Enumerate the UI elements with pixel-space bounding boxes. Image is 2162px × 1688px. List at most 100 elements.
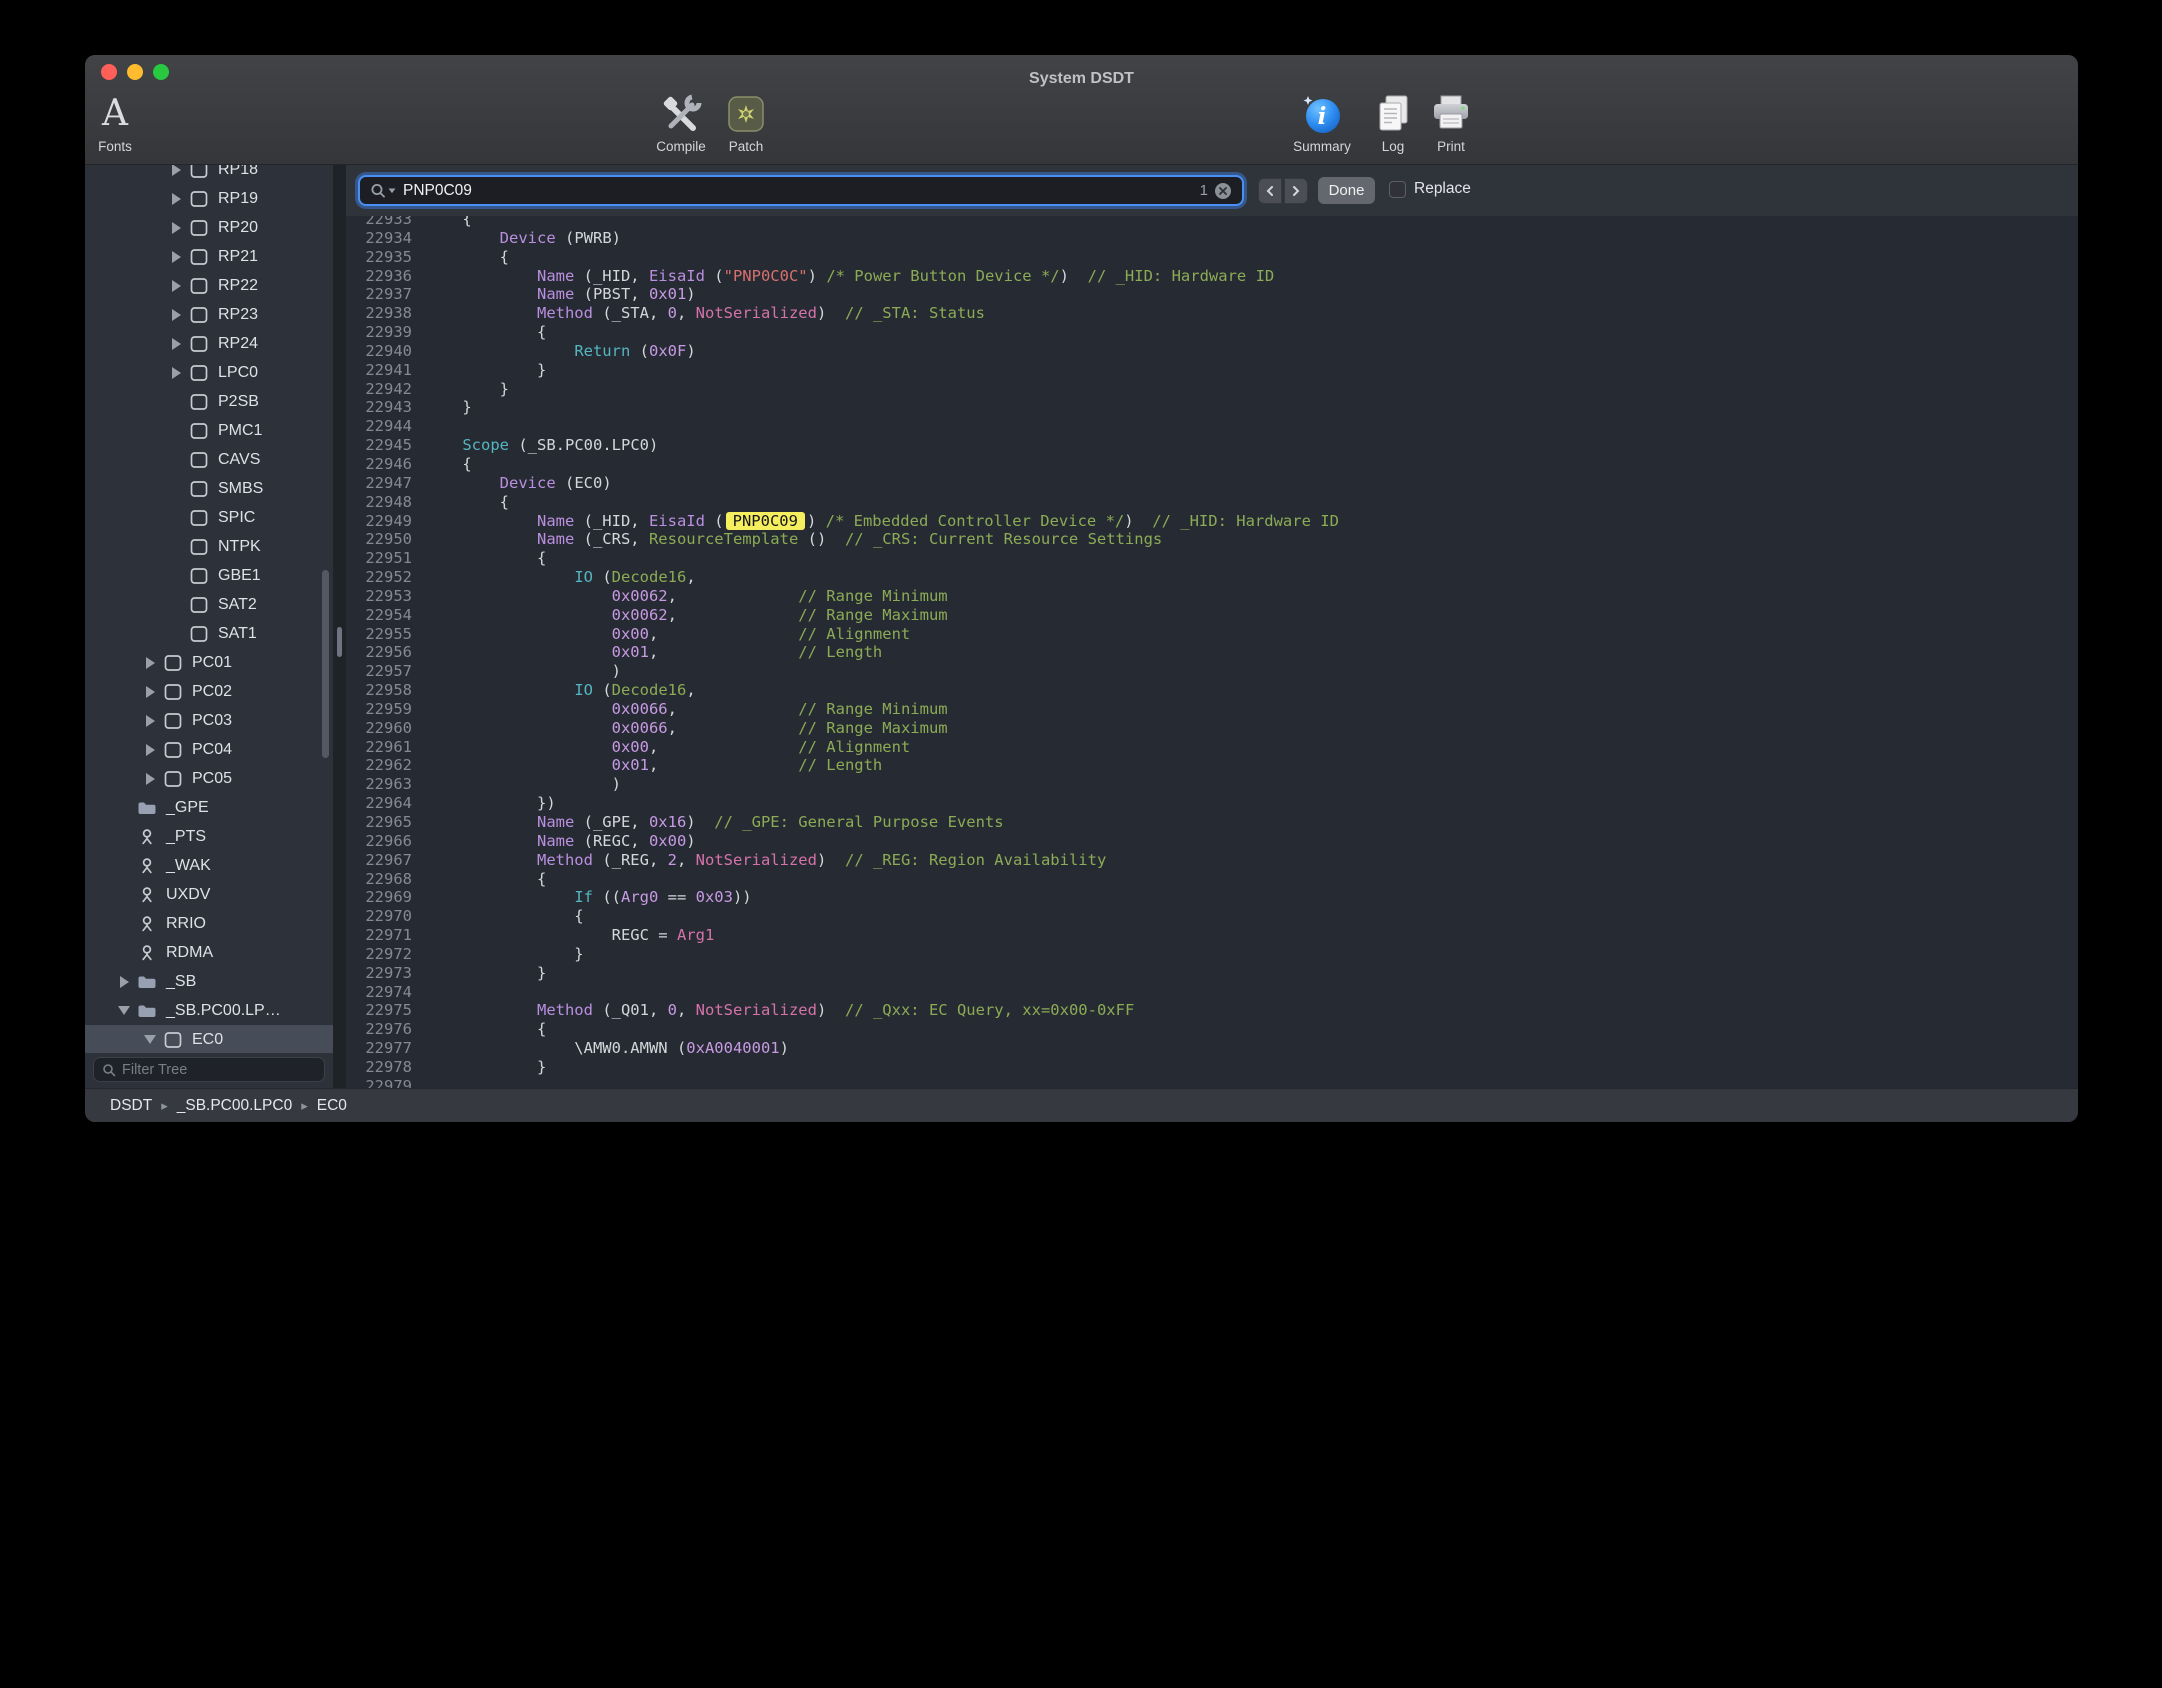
sidebar-item-PC03[interactable]: PC03	[85, 706, 333, 735]
filter-tree-input[interactable]	[122, 1062, 316, 1078]
clear-search-icon[interactable]	[1214, 182, 1232, 200]
sidebar-item-RP22[interactable]: RP22	[85, 271, 333, 300]
device-icon	[189, 306, 209, 324]
device-icon	[189, 625, 209, 643]
zoom-window-button[interactable]	[153, 64, 169, 80]
print-button[interactable]: Print	[1411, 91, 1491, 154]
device-icon	[163, 654, 183, 672]
disclosure-closed-icon[interactable]	[137, 657, 163, 669]
disclosure-closed-icon[interactable]	[163, 165, 189, 176]
sidebar-item-label: UXDV	[166, 886, 210, 904]
code-line: 22961 0x00, // Alignment	[350, 738, 2078, 757]
next-match-button[interactable]	[1284, 178, 1308, 204]
disclosure-closed-icon[interactable]	[163, 251, 189, 263]
search-icon[interactable]	[370, 182, 397, 199]
sidebar-item-PC05[interactable]: PC05	[85, 764, 333, 793]
sidebar-item-RP24[interactable]: RP24	[85, 329, 333, 358]
search-input[interactable]	[403, 182, 1194, 200]
disclosure-closed-icon[interactable]	[163, 338, 189, 350]
sidebar-item-GBE1[interactable]: GBE1	[85, 561, 333, 590]
method-icon	[137, 915, 157, 933]
code-area[interactable]: 22933 {22934 Device (PWRB)22935 {22936 N…	[346, 216, 2078, 1088]
sidebar-item-_GPE[interactable]: _GPE	[85, 793, 333, 822]
sidebar-item-PMC1[interactable]: PMC1	[85, 416, 333, 445]
code-text: Method (_STA, 0, NotSerialized) // _STA:…	[425, 304, 985, 322]
done-button[interactable]: Done	[1318, 177, 1375, 204]
sidebar-item-_SB-PC00-LP-[interactable]: _SB.PC00.LP…	[85, 996, 333, 1025]
minimize-window-button[interactable]	[127, 64, 143, 80]
disclosure-closed-icon[interactable]	[163, 222, 189, 234]
disclosure-closed-icon[interactable]	[163, 193, 189, 205]
code-line: 22962 0x01, // Length	[350, 756, 2078, 775]
breadcrumb-item[interactable]: EC0	[317, 1097, 347, 1115]
breadcrumb-item[interactable]: DSDT	[110, 1097, 152, 1115]
sidebar-item-_PTS[interactable]: _PTS	[85, 822, 333, 851]
sidebar-item-CAVS[interactable]: CAVS	[85, 445, 333, 474]
code-line: 22959 0x0066, // Range Minimum	[350, 700, 2078, 719]
main-content: RP18RP19RP20RP21RP22 RP23 RP24LPC0P2SBPMC1…	[85, 165, 2078, 1088]
disclosure-open-icon[interactable]	[137, 1035, 163, 1044]
device-icon	[163, 683, 183, 701]
code-line: 22946 {	[350, 455, 2078, 474]
sidebar-item-RP18[interactable]: RP18	[85, 165, 333, 184]
sidebar-item-SAT2[interactable]: SAT2	[85, 590, 333, 619]
disclosure-closed-icon[interactable]	[137, 773, 163, 785]
disclosure-closed-icon[interactable]	[163, 367, 189, 379]
sidebar-item-RP19[interactable]: RP19	[85, 184, 333, 213]
fonts-button[interactable]: A Fonts	[85, 91, 145, 154]
disclosure-closed-icon[interactable]	[137, 715, 163, 727]
sidebar-item-SAT1[interactable]: SAT1	[85, 619, 333, 648]
breadcrumb-item[interactable]: _SB.PC00.LPC0	[177, 1097, 292, 1115]
previous-match-button[interactable]	[1258, 178, 1282, 204]
sidebar-scrollbar[interactable]	[322, 570, 329, 758]
code-line: 22968 {	[350, 870, 2078, 889]
app-window: System DSDT A Fonts Compile	[85, 55, 2078, 1122]
sidebar-item-RP23[interactable]: RP23	[85, 300, 333, 329]
line-number: 22977	[350, 1039, 412, 1058]
sidebar-item-P2SB[interactable]: P2SB	[85, 387, 333, 416]
disclosure-closed-icon[interactable]	[163, 309, 189, 321]
sidebar-item-SMBS[interactable]: SMBS	[85, 474, 333, 503]
summary-button[interactable]: i Summary	[1282, 91, 1362, 154]
divider-handle[interactable]	[337, 627, 342, 657]
sidebar-item-EC0[interactable]: EC0	[85, 1025, 333, 1053]
code-line: 22969 If ((Arg0 == 0x03))	[350, 888, 2078, 907]
sidebar-item-label: SPIC	[218, 509, 255, 527]
close-window-button[interactable]	[101, 64, 117, 80]
method-icon	[137, 944, 157, 962]
device-icon	[189, 277, 209, 295]
sidebar-item-LPC0[interactable]: LPC0	[85, 358, 333, 387]
disclosure-closed-icon[interactable]	[137, 686, 163, 698]
sidebar-item-RDMA[interactable]: RDMA	[85, 938, 333, 967]
code-line: 22951 {	[350, 549, 2078, 568]
disclosure-closed-icon[interactable]	[111, 976, 137, 988]
sidebar-item-PC01[interactable]: PC01	[85, 648, 333, 677]
replace-label[interactable]: Replace	[1414, 180, 1471, 198]
patch-button[interactable]: Patch	[706, 91, 786, 154]
sidebar-item-_WAK[interactable]: _WAK	[85, 851, 333, 880]
sidebar-item-SPIC[interactable]: SPIC	[85, 503, 333, 532]
code-line: 22954 0x0062, // Range Maximum	[350, 606, 2078, 625]
device-icon	[189, 509, 209, 527]
line-number: 22946	[350, 455, 412, 474]
sidebar-item-RP20[interactable]: RP20	[85, 213, 333, 242]
code-text: Name (_HID, EisaId ("PNP0C0C") /* Power …	[425, 267, 1274, 285]
filter-tree-field[interactable]	[93, 1057, 325, 1082]
disclosure-closed-icon[interactable]	[163, 280, 189, 292]
disclosure-closed-icon[interactable]	[137, 744, 163, 756]
sidebar-item-RP21[interactable]: RP21	[85, 242, 333, 271]
disclosure-open-icon[interactable]	[111, 1006, 137, 1015]
search-field[interactable]: 1	[358, 175, 1244, 206]
sidebar-item-PC04[interactable]: PC04	[85, 735, 333, 764]
sidebar-item-_SB[interactable]: _SB	[85, 967, 333, 996]
sidebar-item-label: RP23	[218, 306, 258, 324]
replace-checkbox[interactable]	[1389, 181, 1406, 198]
pane-divider[interactable]	[333, 165, 346, 1088]
code-line: 22977 \AMW0.AMWN (0xA0040001)	[350, 1039, 2078, 1058]
sidebar-item-RRIO[interactable]: RRIO	[85, 909, 333, 938]
sidebar-item-NTPK[interactable]: NTPK	[85, 532, 333, 561]
device-icon	[163, 770, 183, 788]
sidebar-item-UXDV[interactable]: UXDV	[85, 880, 333, 909]
sidebar-item-PC02[interactable]: PC02	[85, 677, 333, 706]
code-line: 22941 }	[350, 361, 2078, 380]
